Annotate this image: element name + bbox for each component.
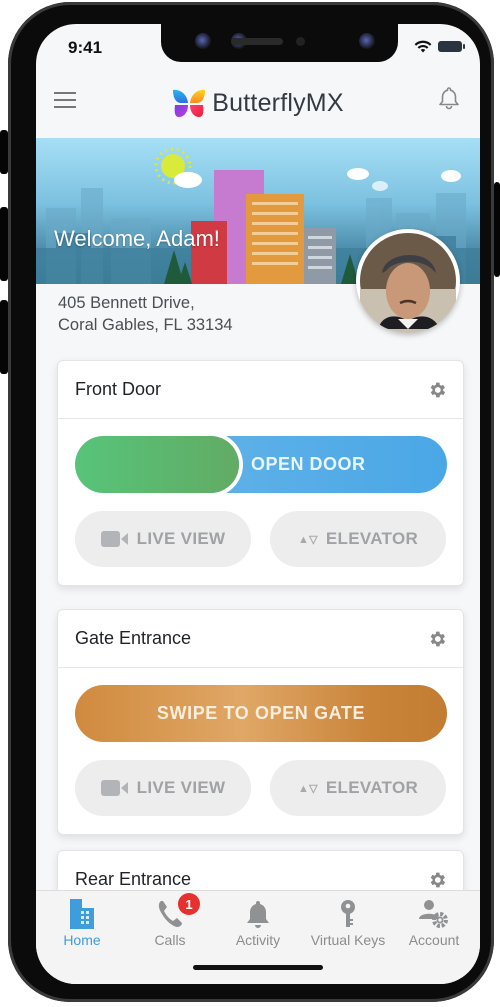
- video-camera-icon: [100, 780, 128, 796]
- live-view-button[interactable]: LIVE VIEW: [75, 760, 251, 816]
- screen: 9:41 ButterflyMX Welcome, Adam! 405 Benn…: [36, 24, 480, 984]
- open-door-slider[interactable]: OPEN DOOR: [75, 436, 447, 493]
- tab-label: Home: [63, 932, 101, 948]
- elevator-button[interactable]: ▲▽ ELEVATOR: [270, 760, 446, 816]
- phone-frame: 9:41 ButterflyMX Welcome, Adam! 405 Benn…: [0, 2, 500, 1002]
- address-line-1: 405 Bennett Drive,: [58, 294, 195, 312]
- slider-handle[interactable]: [75, 436, 239, 493]
- tab-label: Activity: [235, 932, 281, 948]
- battery-icon: [438, 41, 465, 52]
- door-title: Front Door: [75, 379, 162, 399]
- tab-label: Calls: [154, 932, 186, 948]
- gear-icon[interactable]: [427, 380, 447, 400]
- tab-activity[interactable]: Activity: [214, 899, 302, 948]
- user-photo: [360, 233, 456, 333]
- address-line-2: Coral Gables, FL 33134: [58, 316, 233, 334]
- sensor-icon: [195, 33, 211, 49]
- tab-virtual-keys[interactable]: Virtual Keys: [304, 899, 392, 948]
- bell-icon: [247, 901, 269, 928]
- volume-down-button: [0, 300, 8, 374]
- app-bar: ButterflyMX: [36, 68, 480, 138]
- mute-switch: [0, 130, 8, 174]
- door-card-front-door: Front Door OPEN DOOR LIVE VIEW ▲▽ ELEVAT…: [57, 360, 464, 586]
- address: 405 Bennett Drive, Coral Gables, FL 3313…: [58, 292, 233, 336]
- status-time: 9:41: [68, 38, 103, 57]
- elevator-label: ELEVATOR: [325, 529, 419, 548]
- proximity-sensor: [296, 37, 305, 46]
- tab-home[interactable]: Home: [38, 899, 126, 948]
- brand-logo: ButterflyMX: [172, 88, 344, 118]
- calls-badge: 1: [178, 893, 200, 915]
- tab-label: Virtual Keys: [310, 932, 386, 948]
- welcome-message: Welcome, Adam!: [54, 226, 220, 251]
- door-card-gate-entrance: Gate Entrance SWIPE TO OPEN GATE LIVE VI…: [57, 609, 464, 835]
- power-button: [494, 182, 500, 277]
- tab-calls[interactable]: 1 Calls: [126, 893, 214, 948]
- elevator-button[interactable]: ▲▽ ELEVATOR: [270, 511, 446, 567]
- front-camera-icon: [359, 33, 375, 49]
- key-icon: [341, 900, 355, 927]
- video-camera-icon: [100, 531, 128, 547]
- volume-up-button: [0, 207, 8, 281]
- butterfly-logo-icon: [173, 89, 206, 117]
- account-gear-icon: [419, 900, 448, 928]
- card-header: Front Door: [58, 361, 463, 419]
- swipe-to-open-gate-slider[interactable]: SWIPE TO OPEN GATE: [75, 685, 447, 742]
- avatar[interactable]: [356, 229, 460, 333]
- slider-label: SWIPE TO OPEN GATE: [156, 703, 366, 723]
- tab-label: Account: [408, 932, 460, 948]
- status-icons: [414, 40, 465, 53]
- live-view-label: LIVE VIEW: [136, 529, 226, 548]
- notch: [161, 24, 398, 62]
- gear-icon[interactable]: [427, 629, 447, 649]
- wifi-icon: [414, 40, 432, 53]
- door-title: Gate Entrance: [75, 628, 192, 648]
- elevator-label: ELEVATOR: [325, 778, 419, 797]
- door-title: Rear Entrance: [75, 869, 192, 889]
- live-view-button[interactable]: LIVE VIEW: [75, 511, 251, 567]
- card-header: Gate Entrance: [58, 610, 463, 668]
- notifications-bell-icon[interactable]: [438, 86, 460, 110]
- elevator-arrows-icon: ▲▽: [297, 533, 318, 546]
- brand-name: ButterflyMX: [212, 88, 344, 117]
- elevator-arrows-icon: ▲▽: [297, 782, 318, 795]
- slider-label: OPEN DOOR: [251, 454, 366, 474]
- gear-icon[interactable]: [427, 870, 447, 890]
- speaker: [231, 38, 283, 45]
- live-view-label: LIVE VIEW: [136, 778, 226, 797]
- menu-icon[interactable]: [54, 92, 76, 113]
- tab-account[interactable]: Account: [390, 899, 478, 948]
- building-icon: [70, 899, 94, 929]
- home-indicator[interactable]: [193, 965, 323, 970]
